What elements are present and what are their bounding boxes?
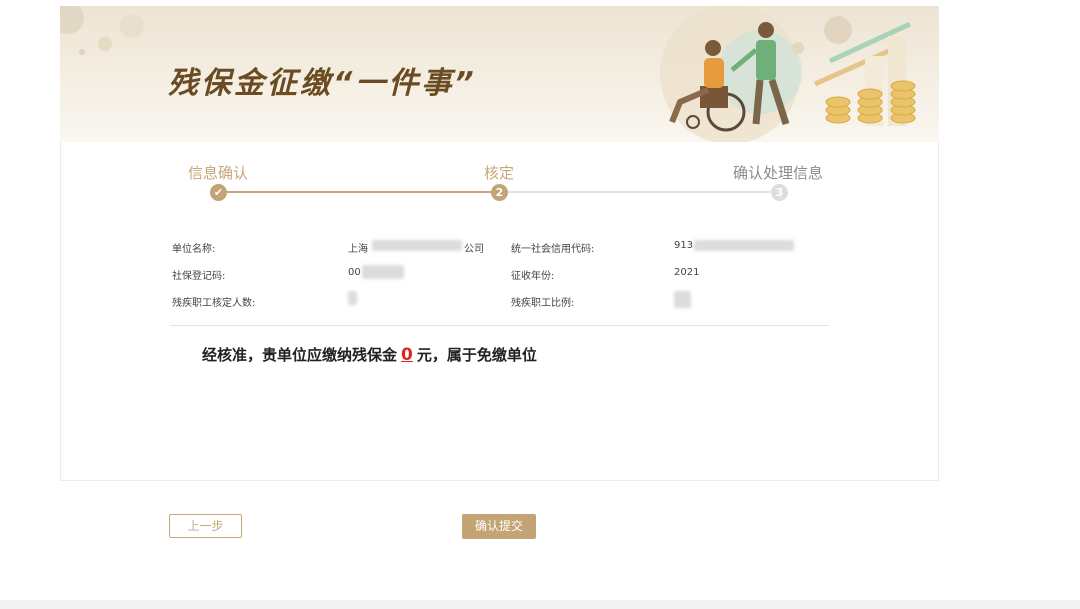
result-prefix: 经核准，贵单位应缴纳残保金 (202, 346, 398, 364)
step-progress-pending (499, 191, 779, 193)
result-suffix: 元，属于免缴单位 (416, 346, 537, 364)
credit-code-label: 统一社会信用代码: (511, 244, 595, 255)
unit-name-suffix: 公司 (464, 244, 484, 255)
step-1-check-icon: ✔ (210, 184, 227, 201)
step-3-label: 确认处理信息 (733, 164, 824, 182)
credit-code-redacted (694, 240, 794, 251)
previous-step-button[interactable]: 上一步 (169, 514, 242, 538)
disabled-ratio-label: 残疾职工比例: (511, 298, 575, 309)
social-reg-prefix: 00 (348, 267, 361, 278)
disabled-ratio-redacted (674, 291, 691, 308)
confirm-submit-button[interactable]: 确认提交 (462, 514, 536, 539)
social-reg-label: 社保登记码: (172, 271, 226, 282)
credit-code-prefix: 913 (674, 240, 694, 251)
page-footer-strip (0, 600, 1080, 609)
social-reg-redacted (362, 265, 404, 279)
step-3-marker: 3 (771, 184, 788, 201)
step-2-marker: 2 (491, 184, 508, 201)
step-2-label: 核定 (484, 164, 515, 182)
step-1-label: 信息确认 (188, 164, 249, 182)
unit-name-label: 单位名称: (172, 244, 216, 255)
result-message: 经核准，贵单位应缴纳残保金 0 元，属于免缴单位 (202, 344, 537, 365)
result-amount: 0 (401, 345, 413, 365)
unit-name-prefix: 上海 (348, 244, 368, 255)
divider (170, 325, 829, 326)
year-value: 2021 (674, 267, 700, 278)
disabled-count-label: 残疾职工核定人数: (172, 298, 256, 309)
step-progress-done (218, 191, 499, 193)
unit-name-redacted (372, 240, 462, 251)
year-label: 征收年份: (511, 271, 555, 282)
banner-title: 残保金征缴“一件事” (168, 66, 477, 101)
disabled-count-redacted (348, 291, 357, 305)
banner: 残保金征缴“一件事” (60, 6, 939, 142)
